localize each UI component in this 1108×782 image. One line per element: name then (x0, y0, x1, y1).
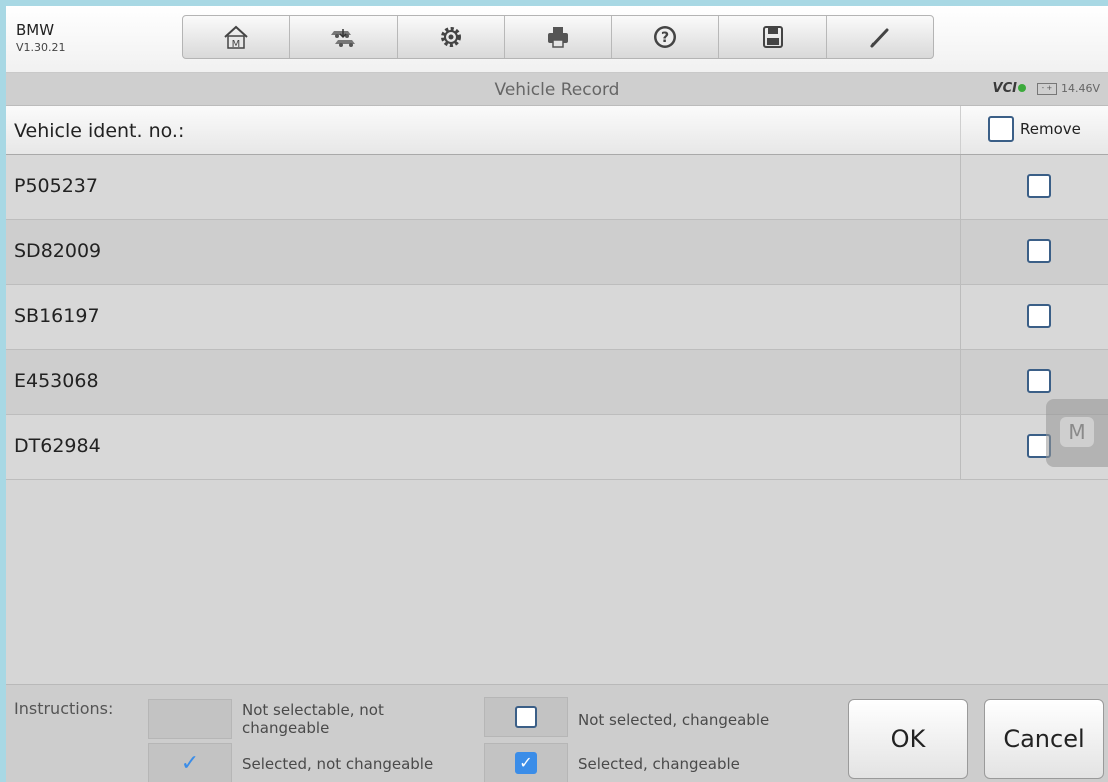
floating-menu-button[interactable]: M (1046, 399, 1108, 467)
legend-selected-label: Selected, changeable (578, 755, 740, 773)
legend-unchecked-icon (515, 706, 537, 728)
printer-icon (547, 27, 568, 48)
title-bar: Vehicle Record VCI - + 14.46V (6, 73, 1108, 106)
app-name: BMW (16, 21, 55, 39)
column-divider (960, 106, 961, 154)
vehicle-swap-icon (331, 29, 356, 47)
table-row[interactable]: SB16197 (6, 285, 1108, 350)
vin-cell: E453068 (14, 370, 99, 392)
instructions-label: Instructions: (14, 699, 114, 718)
save-icon (762, 26, 783, 48)
legend-unselected-label: Not selected, changeable (578, 711, 770, 729)
checkmark-icon: ✓ (180, 750, 200, 776)
remove-label: Remove (1020, 120, 1081, 138)
table-row[interactable]: DT62984 (6, 415, 1108, 480)
app-brand: BMW V1.30.21 (16, 22, 66, 55)
remove-all-checkbox[interactable] (988, 116, 1014, 142)
footer: Instructions: Not selectable, not change… (6, 684, 1108, 782)
row-remove-checkbox[interactable] (1027, 369, 1051, 393)
toolbar: M ? (182, 15, 934, 59)
app-version: V1.30.21 (16, 41, 66, 54)
legend-checked-icon: ✓ (515, 752, 537, 774)
legend-not-selectable-box (148, 699, 232, 739)
vehicle-list: P505237 SD82009 SB16197 E453068 DT62984 (6, 155, 1108, 480)
battery-icon: - + (1036, 82, 1057, 95)
top-bar: BMW V1.30.21 M ? (6, 6, 1108, 73)
vci-label: VCI (992, 81, 1017, 96)
vin-cell: SB16197 (14, 305, 100, 327)
gear-icon (440, 27, 461, 47)
legend-not-selectable-label: Not selectable, not changeable (242, 701, 384, 737)
legend-selected-fixed-label: Selected, not changeable (242, 755, 434, 773)
vin-cell: SD82009 (14, 240, 102, 262)
page-title: Vehicle Record (494, 80, 620, 100)
cancel-button[interactable]: Cancel (984, 699, 1104, 779)
table-header: Vehicle ident. no.: Remove (6, 106, 1108, 155)
edit-button[interactable] (825, 16, 933, 58)
row-remove-checkbox[interactable] (1027, 304, 1051, 328)
column-divider (960, 220, 961, 284)
save-button[interactable] (718, 16, 825, 58)
legend-selected-box: ✓ (484, 743, 568, 782)
vehicle-swap-button[interactable] (289, 16, 396, 58)
svg-text:?: ? (661, 30, 669, 46)
battery-status: - + 14.46V (1036, 82, 1100, 95)
vci-status: VCI (993, 81, 1026, 96)
row-remove-checkbox[interactable] (1027, 174, 1051, 198)
vci-connected-icon (1018, 84, 1026, 92)
column-divider (960, 285, 961, 349)
app-window: BMW V1.30.21 M ? Vehicle Record VCI - + … (6, 6, 1108, 782)
row-remove-checkbox[interactable] (1027, 239, 1051, 263)
table-row[interactable]: E453068 (6, 350, 1108, 415)
legend-unselected-box (484, 697, 568, 737)
settings-button[interactable] (396, 16, 504, 58)
pen-icon (870, 28, 889, 48)
legend-selected-fixed-box: ✓ (148, 743, 232, 782)
table-row[interactable]: SD82009 (6, 220, 1108, 285)
ok-button[interactable]: OK (848, 699, 968, 779)
home-icon: M (224, 25, 248, 50)
floating-menu-icon: M (1060, 417, 1094, 447)
column-divider (960, 415, 961, 479)
remove-all-toggle[interactable]: Remove (988, 116, 1081, 142)
help-icon: ? (654, 26, 677, 48)
table-row[interactable]: P505237 (6, 155, 1108, 220)
vin-cell: DT62984 (14, 435, 101, 457)
home-button[interactable]: M (183, 16, 289, 58)
vin-cell: P505237 (14, 175, 98, 197)
vin-column-header: Vehicle ident. no.: (14, 120, 185, 142)
battery-voltage: 14.46V (1060, 82, 1100, 95)
help-button[interactable]: ? (611, 16, 718, 58)
print-button[interactable] (503, 16, 611, 58)
svg-text:M: M (232, 39, 241, 50)
column-divider (960, 350, 961, 414)
column-divider (960, 155, 961, 219)
